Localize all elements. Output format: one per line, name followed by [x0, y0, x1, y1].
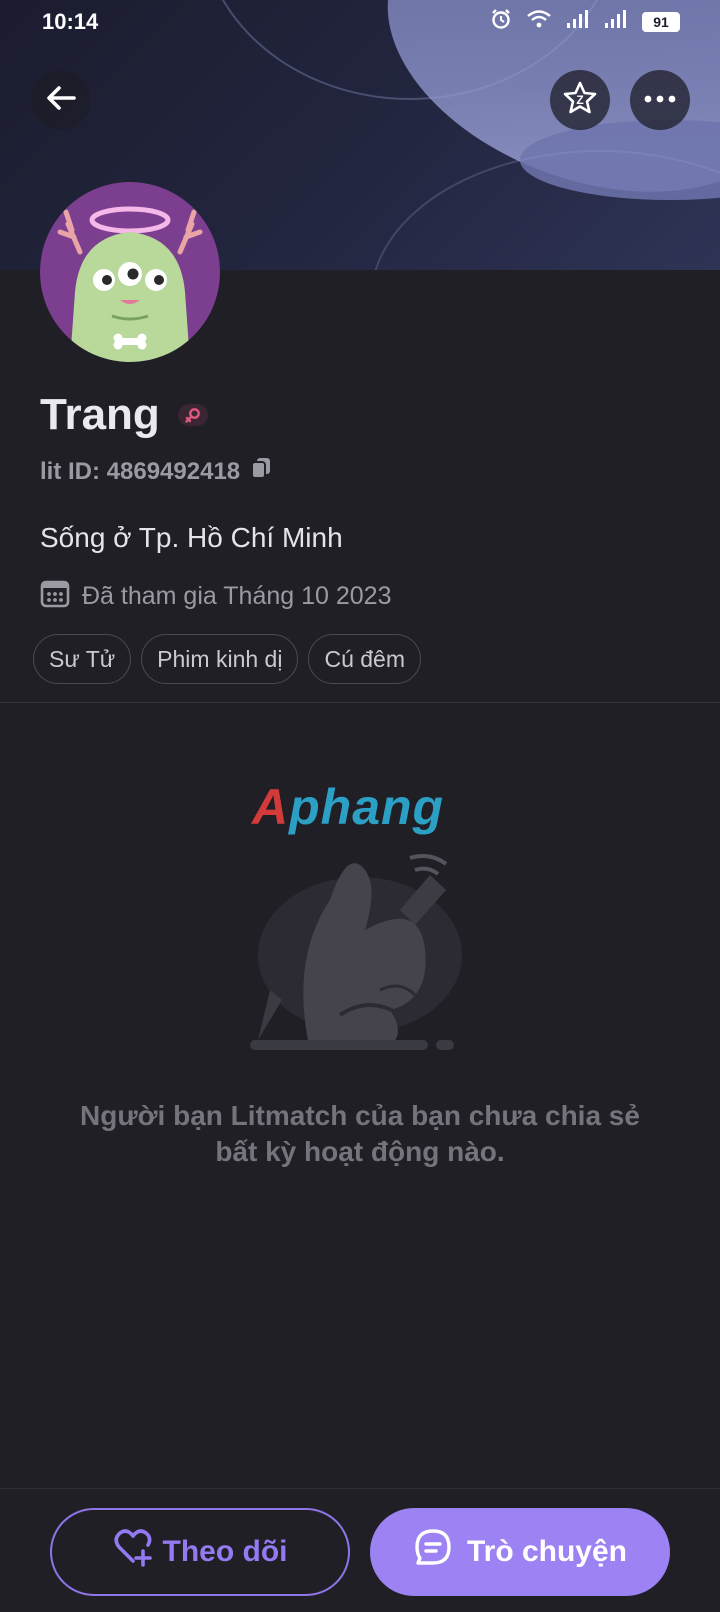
- heart-plus-icon: [113, 1529, 153, 1575]
- more-horizontal-icon: [643, 91, 677, 109]
- location-text: Sống ở Tp. Hồ Chí Minh: [40, 522, 343, 553]
- alarm-icon: [490, 8, 512, 36]
- battery-indicator: 91: [642, 12, 680, 32]
- status-time: 10:14: [42, 9, 99, 34]
- favorite-button[interactable]: Z: [550, 70, 610, 130]
- copy-icon[interactable]: [250, 456, 272, 487]
- calendar-icon: [40, 578, 70, 615]
- tag-chip[interactable]: Cú đêm: [308, 634, 421, 684]
- tag-chip[interactable]: Sư Tử: [33, 634, 132, 684]
- signal-icon-2: [604, 9, 628, 35]
- section-divider: [0, 702, 720, 703]
- lit-id-text: lit ID: 4869492418: [40, 457, 241, 485]
- empty-state-message: Người bạn Litmatch của bạn chưa chia sẻ …: [80, 1100, 640, 1167]
- arrow-left-icon: [44, 81, 78, 120]
- bottom-divider: [0, 1488, 720, 1489]
- chat-label: Trò chuyện: [466, 1535, 628, 1568]
- more-button[interactable]: [630, 70, 690, 130]
- chat-bubble-icon: [413, 1528, 453, 1576]
- tag-chip[interactable]: Phim kinh dị: [141, 634, 299, 684]
- avatar[interactable]: [40, 182, 220, 362]
- star-icon: Z: [561, 79, 599, 122]
- female-icon: [177, 404, 208, 426]
- follow-button[interactable]: Theo dõi: [50, 1508, 350, 1596]
- joined-text: Đã tham gia Tháng 10 2023: [82, 582, 392, 610]
- svg-text:Z: Z: [576, 93, 583, 107]
- watermark-logo: Aphang: [252, 779, 445, 835]
- follow-label: Theo dõi: [162, 1535, 288, 1568]
- chat-button[interactable]: Trò chuyện: [370, 1508, 670, 1596]
- profile-name: Trang: [40, 390, 160, 439]
- joined-info: Đã tham gia Tháng 10 2023: [40, 578, 392, 615]
- empty-state-illustration: [250, 840, 470, 1060]
- interest-tags: Sư Tử Phim kinh dị Cú đêm: [33, 634, 421, 684]
- signal-icon: [566, 9, 590, 35]
- status-bar: 10:14 91: [0, 0, 720, 44]
- lit-id: lit ID: 4869492418: [40, 456, 272, 487]
- wifi-icon: [526, 9, 552, 35]
- back-button[interactable]: [31, 70, 91, 130]
